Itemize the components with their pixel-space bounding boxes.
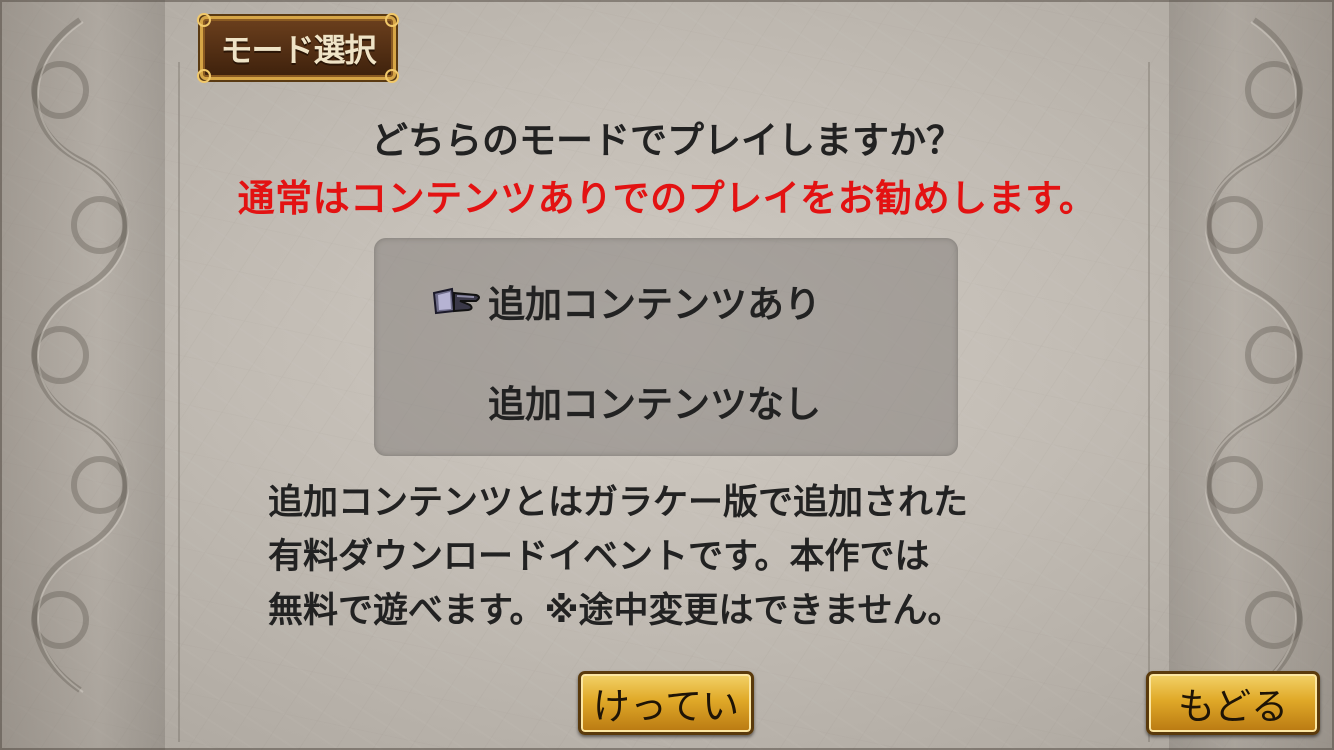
title-badge: モード選択: [197, 13, 399, 83]
explanation-line: 有料ダウンロードイベントです。本作では: [268, 537, 930, 577]
badge-corner-ornament: [197, 13, 211, 27]
gauntlet-pointer-icon: [432, 287, 480, 315]
mode-options-panel: 追加コンテンツあり 追加コンテンツなし: [374, 238, 958, 456]
badge-corner-ornament: [385, 69, 399, 83]
option-without-extra-content[interactable]: 追加コンテンツなし: [374, 366, 958, 436]
recommendation-text: 通常はコンテンツありでのプレイをお勧めします。: [237, 177, 1097, 220]
back-button[interactable]: もどる: [1146, 671, 1320, 735]
confirm-button[interactable]: けってい: [578, 671, 754, 735]
option-with-extra-content[interactable]: 追加コンテンツあり: [374, 266, 958, 336]
screen-title: モード選択: [220, 31, 376, 69]
badge-corner-ornament: [197, 69, 211, 83]
explanation-line: 無料で遊べます。※途中変更はできません。: [268, 591, 963, 631]
option-label: 追加コンテンツなし: [488, 383, 821, 426]
back-button-label: もどる: [1177, 685, 1289, 728]
confirm-button-label: けってい: [592, 685, 740, 728]
explanation-line: 追加コンテンツとはガラケー版で追加された: [268, 483, 969, 523]
badge-corner-ornament: [385, 13, 399, 27]
mode-select-screen: モード選択 どちらのモードでプレイしますか？ 通常はコンテンツありでのプレイをお…: [0, 0, 1334, 750]
question-text: どちらのモードでプレイしますか？: [371, 119, 963, 162]
explanation-text: 追加コンテンツとはガラケー版で追加された 有料ダウンロードイベントです。本作では…: [268, 476, 1088, 638]
option-label: 追加コンテンツあり: [488, 283, 821, 326]
